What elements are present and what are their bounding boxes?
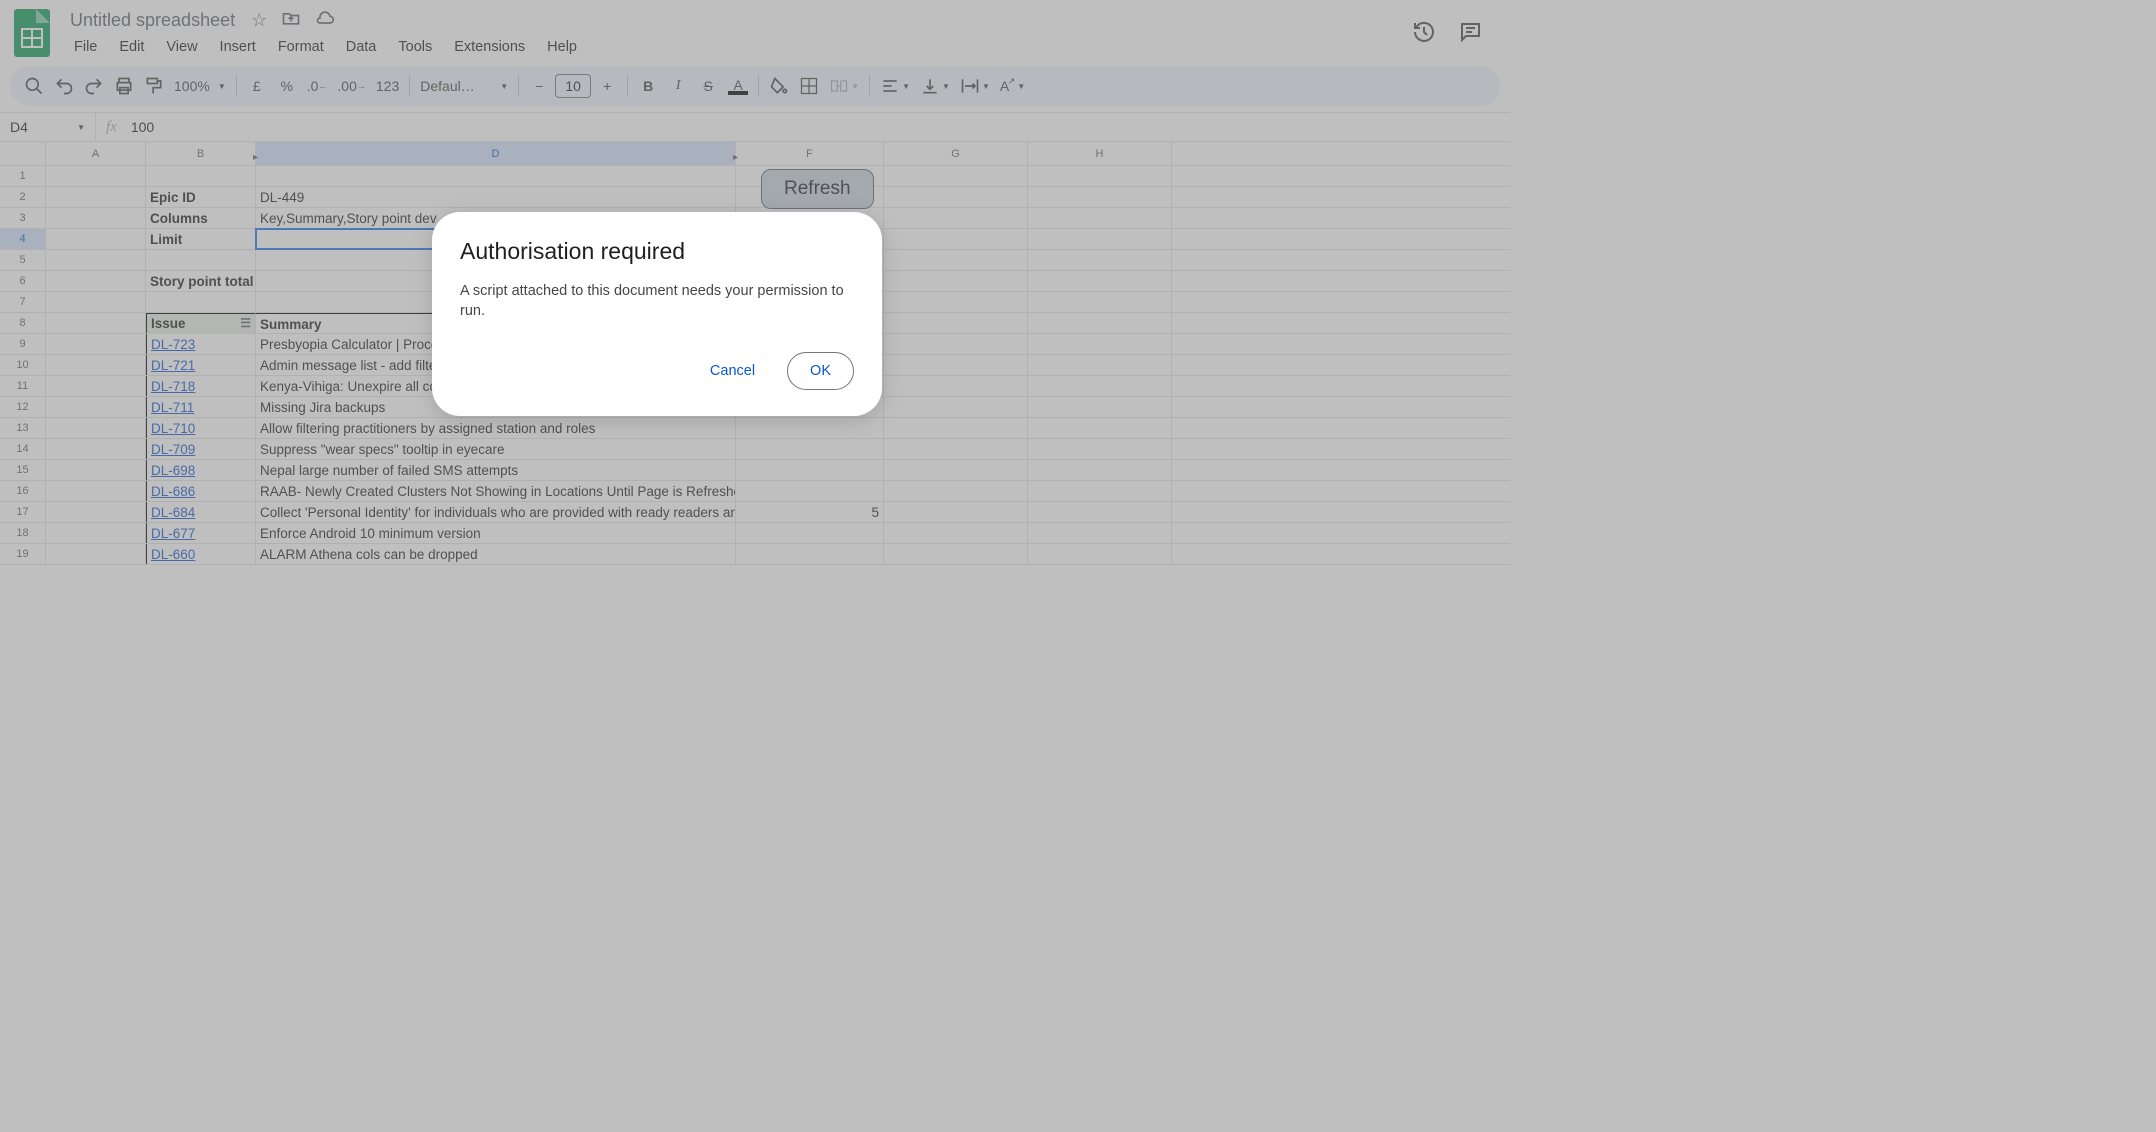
dialog-message: A script attached to this document needs… <box>460 281 854 322</box>
authorization-dialog: Authorisation required A script attached… <box>432 212 882 416</box>
cancel-button[interactable]: Cancel <box>688 353 777 389</box>
modal-overlay <box>0 0 2156 1132</box>
dialog-title: Authorisation required <box>460 238 854 265</box>
ok-button[interactable]: OK <box>787 352 854 390</box>
